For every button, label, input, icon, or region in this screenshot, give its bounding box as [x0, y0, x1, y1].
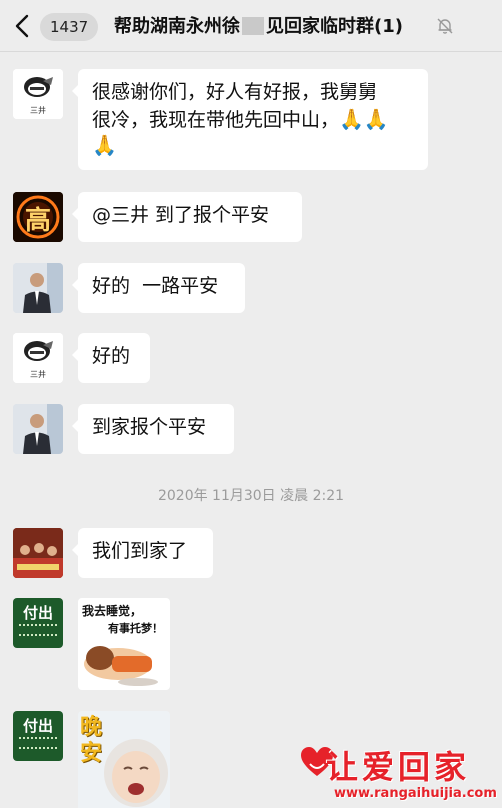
goodnight-sticker[interactable]: 晚安	[78, 711, 170, 808]
decorative-dots	[19, 737, 57, 742]
avatar-sanjing[interactable]: 三井	[13, 69, 63, 119]
message-text: 到家报个平安	[92, 416, 207, 438]
sleeping-child-icon	[84, 646, 158, 686]
avatar-sanjing-label: 三井	[30, 370, 46, 379]
person-photo-icon	[13, 404, 63, 454]
watermark-url: www.rangaihuijia.com	[334, 786, 497, 801]
avatar-fuchu-label: 付出	[22, 604, 53, 622]
mute-bell-icon	[437, 18, 453, 34]
avatar-family-photo[interactable]	[13, 528, 63, 578]
pray-hands-icon: 🙏	[339, 107, 364, 131]
watermark-logo: 让爱回家 www.rangaihuijia.com	[300, 742, 500, 808]
pray-hands-icon: 🙏	[92, 133, 117, 157]
message-text: 好的	[92, 345, 131, 367]
avatar-sanjing[interactable]: 三井	[13, 333, 63, 383]
group-photo-icon	[13, 528, 63, 578]
message-bubble[interactable]: 很感谢你们，好人有好报，我舅舅 很冷，我现在带他先回中山，🙏🙏 🙏	[72, 69, 428, 170]
avatar-fuchu[interactable]: 付出	[13, 598, 63, 648]
message-bubble[interactable]: 好的 一路平安	[72, 263, 245, 313]
message-bubble[interactable]: 好的	[72, 333, 150, 383]
pray-hands-icon: 🙏	[363, 107, 389, 131]
message-bubble[interactable]: 我们到家了	[72, 528, 213, 578]
chat-title-suffix: 见回家临时群(1)	[266, 16, 403, 37]
decorative-dots	[19, 624, 57, 629]
goodnight-text: 晚安	[80, 715, 103, 766]
avatar-fuchu-label: 付出	[22, 717, 53, 735]
message-text: @三井 到了报个平安	[92, 204, 270, 226]
chat-header: 1437 帮助湖南永州徐 见回家临时群(1)	[0, 0, 502, 52]
avatar-fuchu[interactable]: 付出	[13, 711, 63, 761]
avatar-gao-label: 高	[24, 206, 51, 236]
decorative-dots	[19, 747, 57, 752]
unread-count-badge[interactable]: 1437	[40, 13, 99, 41]
message-bubble[interactable]: 到家报个平安	[72, 404, 234, 454]
decorative-dots	[19, 634, 57, 639]
message-text-line: 很冷，我现在带他先回中山，🙏🙏	[92, 107, 389, 131]
chat-title[interactable]: 帮助湖南永州徐 见回家临时群(1)	[114, 12, 434, 42]
redacted-name-block	[242, 17, 264, 35]
person-photo-icon	[13, 263, 63, 313]
avatar-man-in-suit[interactable]	[13, 263, 63, 313]
chat-title-prefix: 帮助湖南永州徐	[114, 16, 240, 37]
message-timestamp: 2020年 11月30日 凌晨 2:21	[157, 488, 345, 504]
avatar-gao[interactable]: 高	[13, 192, 63, 242]
message-text-line: 很感谢你们，好人有好报，我舅舅	[92, 81, 378, 103]
message-bubble[interactable]: @三井 到了报个平安	[72, 192, 302, 242]
message-text: 我们到家了	[92, 540, 188, 562]
back-arrow-icon[interactable]	[12, 14, 34, 38]
message-text: 好的 一路平安	[92, 275, 219, 297]
sleep-sticker[interactable]: 我去睡觉， 有事托梦！	[78, 598, 170, 690]
watermark-title: 让爱回家	[326, 748, 471, 786]
avatar-man-in-suit[interactable]	[13, 404, 63, 454]
avatar-sanjing-label: 三井	[30, 106, 46, 115]
